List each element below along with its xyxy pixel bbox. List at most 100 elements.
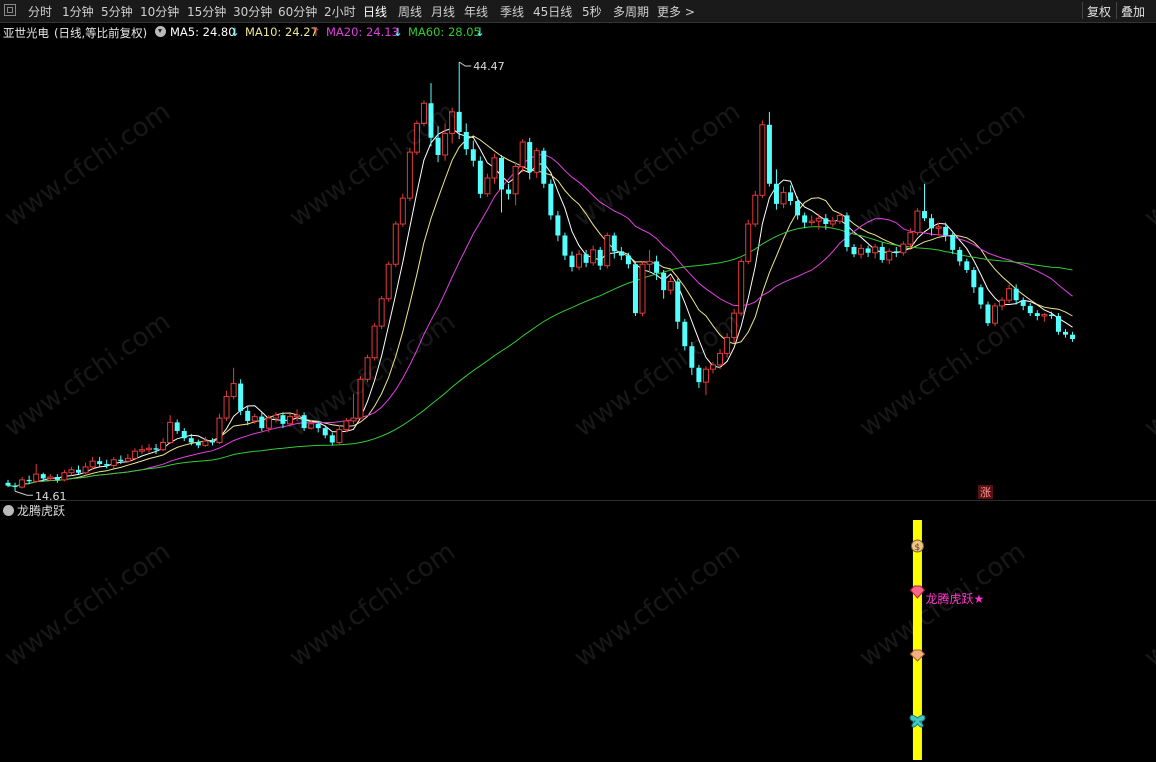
ma5-arrow-icon: ↓ bbox=[230, 25, 240, 39]
candle-body bbox=[879, 247, 885, 260]
candle-body bbox=[590, 249, 597, 264]
period-11[interactable]: 年线 bbox=[464, 3, 488, 20]
candle-body bbox=[604, 235, 611, 267]
candle-body bbox=[442, 132, 449, 156]
period-14[interactable]: 5秒 bbox=[582, 3, 602, 20]
gem-icon bbox=[909, 585, 926, 599]
period-0[interactable]: 分时 bbox=[28, 3, 52, 20]
candle-body bbox=[174, 422, 180, 431]
high-label: 44.47 bbox=[473, 60, 505, 73]
restore-rights-button[interactable]: 复权 bbox=[1082, 2, 1115, 19]
window-mode-icon[interactable] bbox=[4, 4, 16, 16]
period-13[interactable]: 45日线 bbox=[533, 3, 572, 20]
candle-body bbox=[943, 226, 949, 236]
candle-body bbox=[230, 383, 237, 397]
candle-body bbox=[118, 459, 124, 462]
candle-body bbox=[527, 142, 533, 173]
gem-icon bbox=[909, 649, 926, 662]
candle-body bbox=[40, 474, 46, 479]
dropdown-icon[interactable] bbox=[155, 26, 166, 37]
period-12[interactable]: 季线 bbox=[500, 3, 524, 20]
candle-body bbox=[209, 441, 215, 443]
more-button[interactable]: 更多 > bbox=[657, 3, 695, 20]
candle-body bbox=[900, 243, 907, 254]
candle-body bbox=[138, 449, 145, 452]
overlay-button[interactable]: 叠加 bbox=[1116, 2, 1149, 19]
candle-body bbox=[922, 211, 927, 219]
candle-body bbox=[449, 111, 456, 134]
candle-body bbox=[343, 420, 350, 431]
candle-body bbox=[957, 249, 963, 262]
candle-body bbox=[272, 414, 279, 419]
candle-body bbox=[301, 415, 307, 429]
candle-body bbox=[569, 255, 575, 268]
candle-body bbox=[280, 415, 286, 424]
candle-body bbox=[717, 352, 724, 366]
candle-body bbox=[167, 421, 174, 443]
period-8[interactable]: 日线 bbox=[363, 3, 387, 20]
candle-body bbox=[308, 423, 315, 429]
period-toolbar: 分时 1分钟 5分钟 10分钟 15分钟 30分钟 60分钟 2小时 日线 周线 月线 年线 季线 45日… bbox=[0, 0, 1156, 23]
candle-body bbox=[131, 450, 138, 459]
low-label: 14.61 bbox=[35, 490, 67, 500]
period-1[interactable]: 1分钟 bbox=[62, 3, 94, 20]
candle-body bbox=[315, 423, 321, 429]
ma20-label: MA20: 24.13 bbox=[326, 25, 399, 39]
candle-body bbox=[886, 250, 893, 261]
candle-body bbox=[893, 251, 899, 253]
candle-body bbox=[548, 183, 554, 216]
candle-body bbox=[836, 214, 843, 222]
candle-body bbox=[110, 459, 117, 466]
candle-body bbox=[506, 189, 512, 194]
candle-body bbox=[667, 281, 674, 291]
signal-label: 龙腾虎跃★ bbox=[925, 591, 984, 606]
candlestick-chart[interactable]: 44.47 14.61 涨 bbox=[0, 40, 1156, 500]
candle-body bbox=[752, 194, 759, 225]
indicator-dropdown-icon[interactable] bbox=[3, 505, 14, 516]
candle-body bbox=[675, 281, 681, 322]
candle-body bbox=[245, 410, 251, 421]
money-bag-glyph: $ bbox=[914, 543, 920, 553]
candle-body bbox=[731, 312, 738, 339]
candle-body bbox=[802, 215, 808, 223]
candle-body bbox=[815, 217, 822, 222]
period-5[interactable]: 30分钟 bbox=[233, 3, 272, 20]
candle-body bbox=[914, 210, 921, 234]
period-2[interactable]: 5分钟 bbox=[101, 3, 133, 20]
chart-mode: (日线,等比前复权) bbox=[54, 26, 148, 40]
candle-body bbox=[371, 325, 378, 359]
zhang-badge[interactable]: 涨 bbox=[980, 486, 991, 499]
candle-body bbox=[738, 260, 745, 314]
candle-body bbox=[576, 253, 583, 268]
ma60-line bbox=[7, 226, 1073, 487]
period-3[interactable]: 10分钟 bbox=[140, 3, 179, 20]
period-6[interactable]: 60分钟 bbox=[278, 3, 317, 20]
candle-body bbox=[188, 438, 194, 443]
candle-body bbox=[1006, 288, 1013, 301]
candle-body bbox=[555, 215, 561, 236]
candle-body bbox=[399, 197, 406, 225]
candle-body bbox=[484, 177, 491, 195]
indicator-chart[interactable]: $ 龙腾虎跃★ bbox=[0, 518, 1156, 762]
candle-body bbox=[265, 417, 272, 429]
candle-body bbox=[251, 416, 258, 422]
candle-body bbox=[929, 218, 935, 229]
candle-body bbox=[19, 479, 26, 488]
indicator-title[interactable]: 龙腾虎跃 bbox=[0, 502, 65, 519]
candle-body bbox=[202, 440, 209, 446]
candle-body bbox=[1048, 314, 1054, 316]
candle-body bbox=[788, 192, 794, 201]
candle-body bbox=[491, 157, 498, 179]
candle-body bbox=[865, 248, 871, 253]
period-15[interactable]: 多周期 bbox=[613, 3, 649, 20]
candle-body bbox=[682, 321, 688, 347]
period-7[interactable]: 2小时 bbox=[324, 3, 356, 20]
candle-body bbox=[950, 235, 956, 250]
period-9[interactable]: 周线 bbox=[398, 3, 422, 20]
stock-name[interactable]: 亚世光电 bbox=[3, 25, 49, 41]
candle-body bbox=[1027, 305, 1033, 314]
candle-body bbox=[463, 132, 469, 150]
period-4[interactable]: 15分钟 bbox=[187, 3, 226, 20]
period-10[interactable]: 月线 bbox=[431, 3, 455, 20]
candle-body bbox=[350, 417, 357, 422]
